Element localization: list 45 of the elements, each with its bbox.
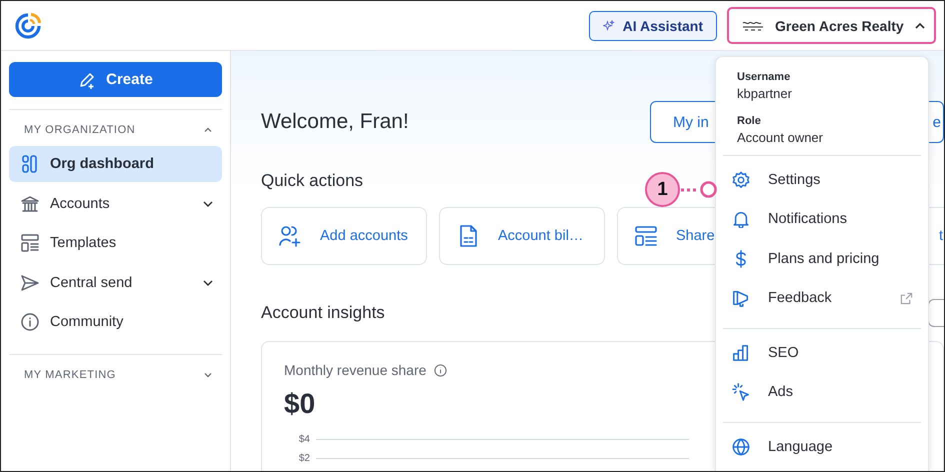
sparkle-icon bbox=[602, 20, 615, 32]
arrow-button[interactable] bbox=[928, 299, 944, 327]
page-title: Welcome, Fran! bbox=[261, 110, 410, 134]
info-icon bbox=[20, 312, 40, 332]
section-header[interactable]: MY MARKETING bbox=[9, 366, 222, 390]
globe-icon bbox=[732, 438, 750, 456]
sidebar-item[interactable]: Central send bbox=[9, 264, 222, 300]
section-header[interactable]: MY ORGANIZATION bbox=[9, 122, 222, 146]
revenue-value: $0 bbox=[284, 388, 316, 420]
menu-item[interactable]: SEO bbox=[723, 333, 921, 372]
ai-assistant-button[interactable]: AI Assistant bbox=[588, 10, 717, 40]
sidebar-item[interactable]: Templates bbox=[9, 225, 222, 261]
axis-label: $2 bbox=[298, 453, 310, 464]
info-icon bbox=[434, 364, 448, 376]
bar-chart-icon bbox=[732, 344, 750, 362]
send-icon bbox=[20, 272, 40, 292]
sidebar-item[interactable]: Accounts bbox=[9, 186, 222, 222]
section-title: Quick actions bbox=[261, 171, 364, 191]
field-value: Account owner bbox=[736, 130, 824, 145]
megaphone-icon bbox=[732, 289, 750, 308]
sidebar-item[interactable]: Community bbox=[9, 304, 222, 340]
gear-icon bbox=[732, 170, 750, 189]
account-menu-button[interactable]: Green Acres Realty bbox=[727, 7, 936, 44]
dashboard-icon bbox=[20, 154, 40, 174]
layout-icon bbox=[634, 224, 658, 248]
field-label: Username bbox=[736, 71, 792, 83]
menu-item[interactable]: Settings bbox=[723, 160, 921, 200]
menu-item[interactable]: Language bbox=[723, 427, 921, 466]
quick-action-card[interactable]: Add accounts bbox=[261, 207, 427, 265]
logo-icon[interactable] bbox=[14, 12, 42, 40]
field-label: Role bbox=[736, 115, 762, 127]
bell-icon bbox=[732, 210, 750, 228]
axis-label: $4 bbox=[298, 434, 310, 445]
add-user-icon bbox=[278, 224, 302, 248]
template-icon bbox=[20, 233, 40, 253]
quick-action-card[interactable]: Account bil… bbox=[439, 207, 605, 265]
cursor-icon bbox=[732, 383, 750, 402]
menu-item[interactable]: Feedback bbox=[723, 278, 921, 318]
card-title: Monthly revenue share bbox=[284, 362, 426, 378]
section-title: Account insights bbox=[261, 303, 385, 323]
field-value: kbpartner bbox=[736, 86, 793, 101]
bank-icon bbox=[20, 194, 40, 214]
menu-item[interactable]: Ads bbox=[723, 372, 921, 412]
create-button[interactable]: Create bbox=[9, 62, 222, 97]
sidebar-item[interactable]: Org dashboard bbox=[9, 146, 222, 182]
